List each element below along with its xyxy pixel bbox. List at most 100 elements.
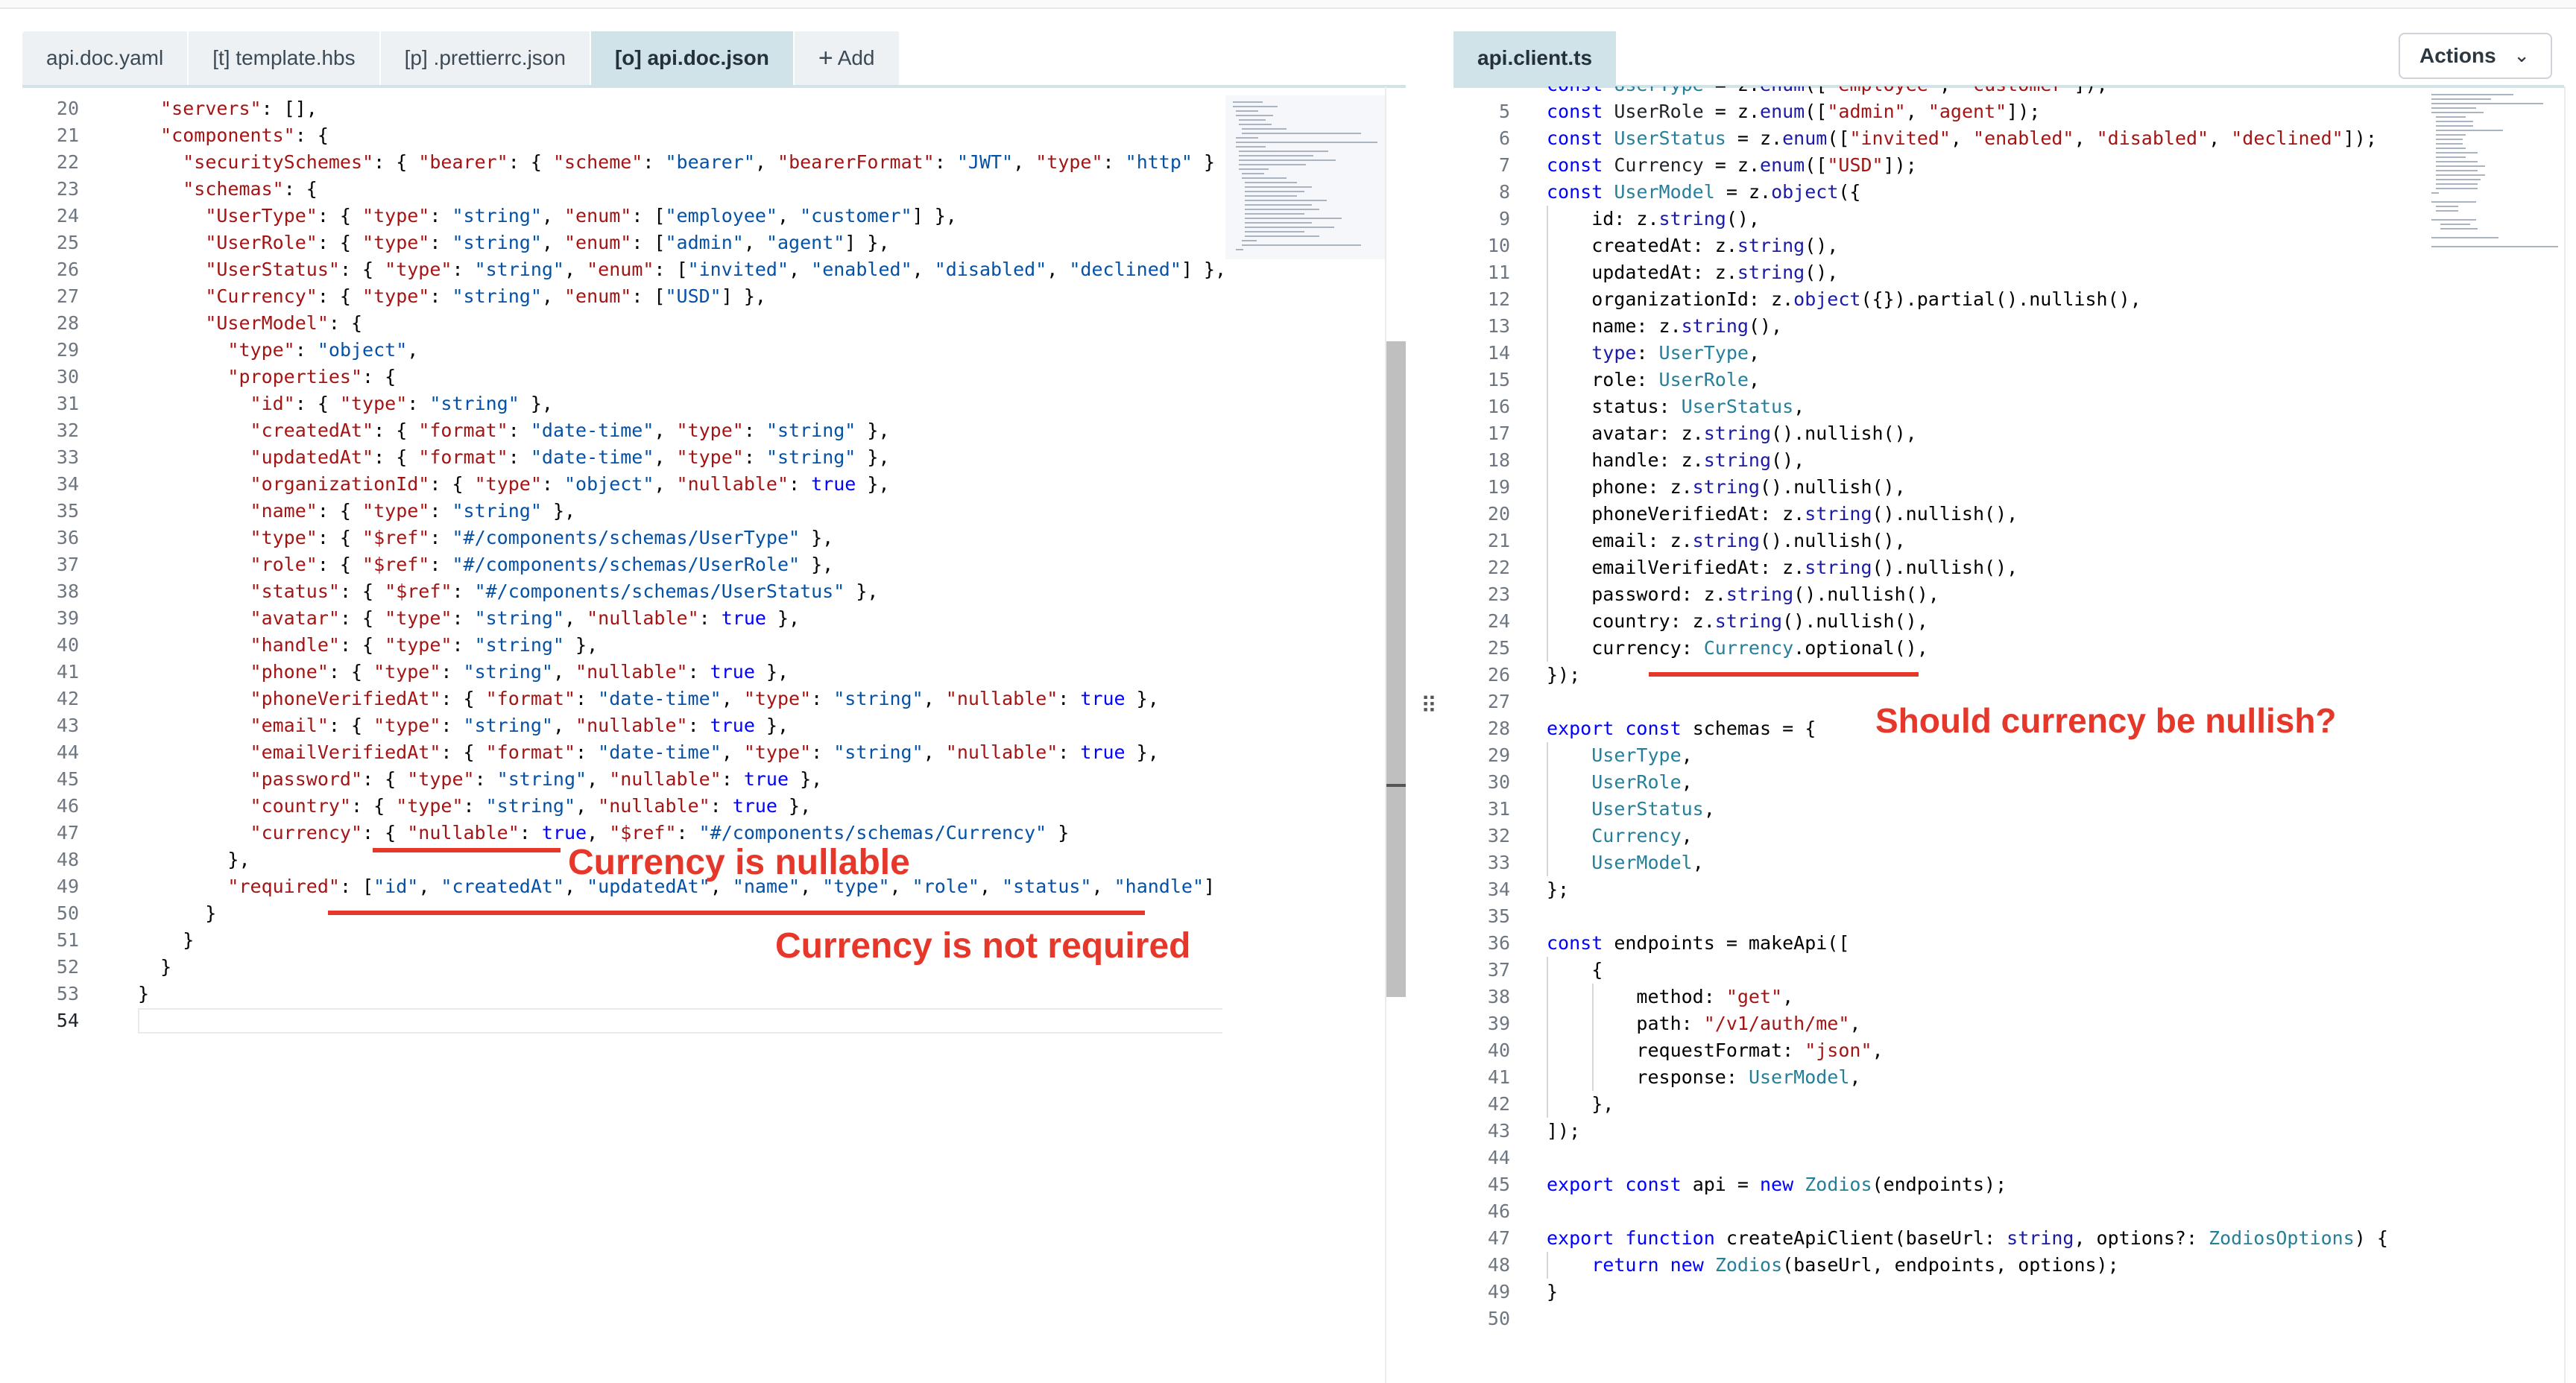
code-line: 15 role: UserRole,	[1453, 367, 1760, 393]
code-line: 27	[1453, 689, 1510, 715]
code-line: 54	[22, 1007, 79, 1034]
code-line: 21 email: z.string().nullish(),	[1453, 528, 1906, 554]
code-line: 42 },	[1453, 1091, 1614, 1118]
line-number: 46	[1487, 1200, 1510, 1222]
line-number: 54	[56, 1010, 79, 1031]
code-line: 8 const UserModel = z.object({	[1453, 179, 1861, 206]
indent-guide	[1547, 957, 1548, 1118]
minimap-line	[2440, 228, 2478, 230]
tab-api-client-ts[interactable]: api.client.ts	[1453, 31, 1618, 85]
app-window: api.doc.yaml [t] template.hbs [p] .prett…	[0, 0, 2576, 1383]
minimap-line	[2431, 103, 2543, 104]
scrollbar-marker	[1386, 784, 1406, 787]
line-number: 29	[1487, 744, 1510, 766]
code-line: 26 "UserStatus": { "type": "string", "en…	[22, 256, 1222, 283]
code-line: 26});	[1453, 662, 1580, 689]
code-line: 5 const UserRole = z.enum(["admin", "agen…	[1453, 98, 2040, 125]
line-number: 32	[56, 420, 79, 441]
minimap-line	[2436, 139, 2463, 140]
code-line: 20 phoneVerifiedAt: z.string().nullish()…	[1453, 501, 2018, 528]
tab-template-hbs[interactable]: [t] template.hbs	[189, 31, 381, 85]
code-line: 43]);	[1453, 1118, 1580, 1145]
minimap-line	[1242, 173, 1264, 174]
code-line: 30 "properties": {	[22, 364, 396, 390]
minimap-line	[2436, 188, 2478, 189]
code-line: 43 "email": { "type": "string", "nullabl…	[22, 712, 789, 739]
code-line: 48 return new Zodios(baseUrl, endpoints,…	[1453, 1252, 2119, 1279]
right-minimap[interactable]	[2425, 89, 2563, 253]
code-line: 37 {	[1453, 957, 1603, 984]
tab-api-doc-json[interactable]: [o] api.doc.json	[590, 31, 795, 85]
code-line: 23 password: z.string().nullish(),	[1453, 581, 1939, 608]
code-line: 40 requestFormat: "json",	[1453, 1037, 1884, 1064]
left-code-editor[interactable]: 20 "servers": [], 21 "components": { 22 …	[22, 92, 1222, 1383]
line-number: 39	[1487, 1013, 1510, 1034]
code-line: 20 "servers": [],	[22, 95, 318, 122]
code-line: 23 "schemas": {	[22, 176, 318, 203]
minimap-line	[2436, 152, 2478, 154]
code-line: 24 "UserType": { "type": "string", "enum…	[22, 203, 957, 230]
annotation-currency-nullable: Currency is nullable	[568, 843, 910, 882]
code-line: 36 const endpoints = makeApi([	[1453, 930, 1850, 957]
line-number: 39	[56, 607, 79, 629]
left-vertical-scrollbar[interactable]	[1386, 341, 1406, 997]
right-tab-bar: api.client.ts	[1453, 31, 1618, 85]
line-number: 41	[56, 661, 79, 683]
line-number: 26	[56, 259, 79, 280]
minimap-line	[1239, 151, 1328, 152]
tab-api-doc-yaml[interactable]: api.doc.yaml	[22, 31, 189, 85]
line-number: 53	[56, 983, 79, 1004]
code-line: 31 UserStatus,	[1453, 796, 1715, 823]
line-number: 10	[1487, 235, 1510, 256]
line-number: 51	[56, 929, 79, 951]
minimap-line	[2436, 210, 2458, 212]
code-line: 49 "required": ["id", "createdAt", "upda…	[22, 873, 1215, 900]
current-line-highlight	[138, 1008, 1222, 1034]
tab-prettierrc-json[interactable]: [p] .prettierrc.json	[381, 31, 591, 85]
code-line: 47 export function createApiClient(baseUr…	[1453, 1225, 2388, 1252]
minimap-line	[1236, 110, 1258, 112]
code-line: 22 emailVerifiedAt: z.string().nullish()…	[1453, 554, 2018, 581]
minimap-line	[2440, 224, 2470, 225]
line-number: 38	[56, 580, 79, 602]
line-number: 31	[1487, 798, 1510, 820]
code-line: 13 name: z.string(),	[1453, 313, 1782, 340]
minimap-line	[1242, 244, 1361, 246]
minimap-line	[1245, 218, 1342, 219]
line-number: 5	[1498, 101, 1510, 122]
line-number: 22	[56, 151, 79, 173]
code-line: 35	[1453, 903, 1510, 930]
line-number: 26	[1487, 664, 1510, 686]
line-number: 33	[56, 446, 79, 468]
line-number: 31	[56, 393, 79, 414]
line-number: 42	[56, 688, 79, 709]
minimap-line	[1245, 231, 1304, 232]
code-line: 14 type: UserType,	[1453, 340, 1760, 367]
drag-handle-icon[interactable]: ⠿	[1421, 693, 1437, 719]
minimap-line	[2431, 112, 2484, 113]
line-number: 34	[56, 473, 79, 495]
minimap-line	[1236, 142, 1377, 143]
code-line: 39 "avatar": { "type": "string", "nullab…	[22, 605, 800, 632]
required-underline	[328, 911, 1145, 915]
line-number: 25	[1487, 637, 1510, 659]
line-number: 49	[1487, 1281, 1510, 1303]
code-line: 34 "organizationId": { "type": "object",…	[22, 471, 890, 498]
line-number: 45	[1487, 1174, 1510, 1195]
line-number: 17	[1487, 423, 1510, 444]
line-number: 12	[1487, 288, 1510, 310]
left-tab-underline	[22, 85, 1406, 88]
add-tab-button[interactable]: + Add	[795, 31, 900, 85]
code-line: 25 "UserRole": { "type": "string", "enum…	[22, 230, 890, 256]
line-number: 20	[56, 98, 79, 119]
minimap-line	[2431, 237, 2498, 238]
left-minimap[interactable]	[1225, 95, 1385, 259]
line-number: 40	[56, 634, 79, 656]
minimap-line	[1242, 240, 1257, 241]
code-line: 24 country: z.string().nullish(),	[1453, 608, 1928, 635]
line-number: 36	[56, 527, 79, 548]
actions-button[interactable]: Actions ⌄	[2399, 33, 2552, 79]
code-line: 21 "components": {	[22, 122, 329, 149]
code-line: 16 status: UserStatus,	[1453, 393, 1805, 420]
line-number: 33	[1487, 852, 1510, 873]
